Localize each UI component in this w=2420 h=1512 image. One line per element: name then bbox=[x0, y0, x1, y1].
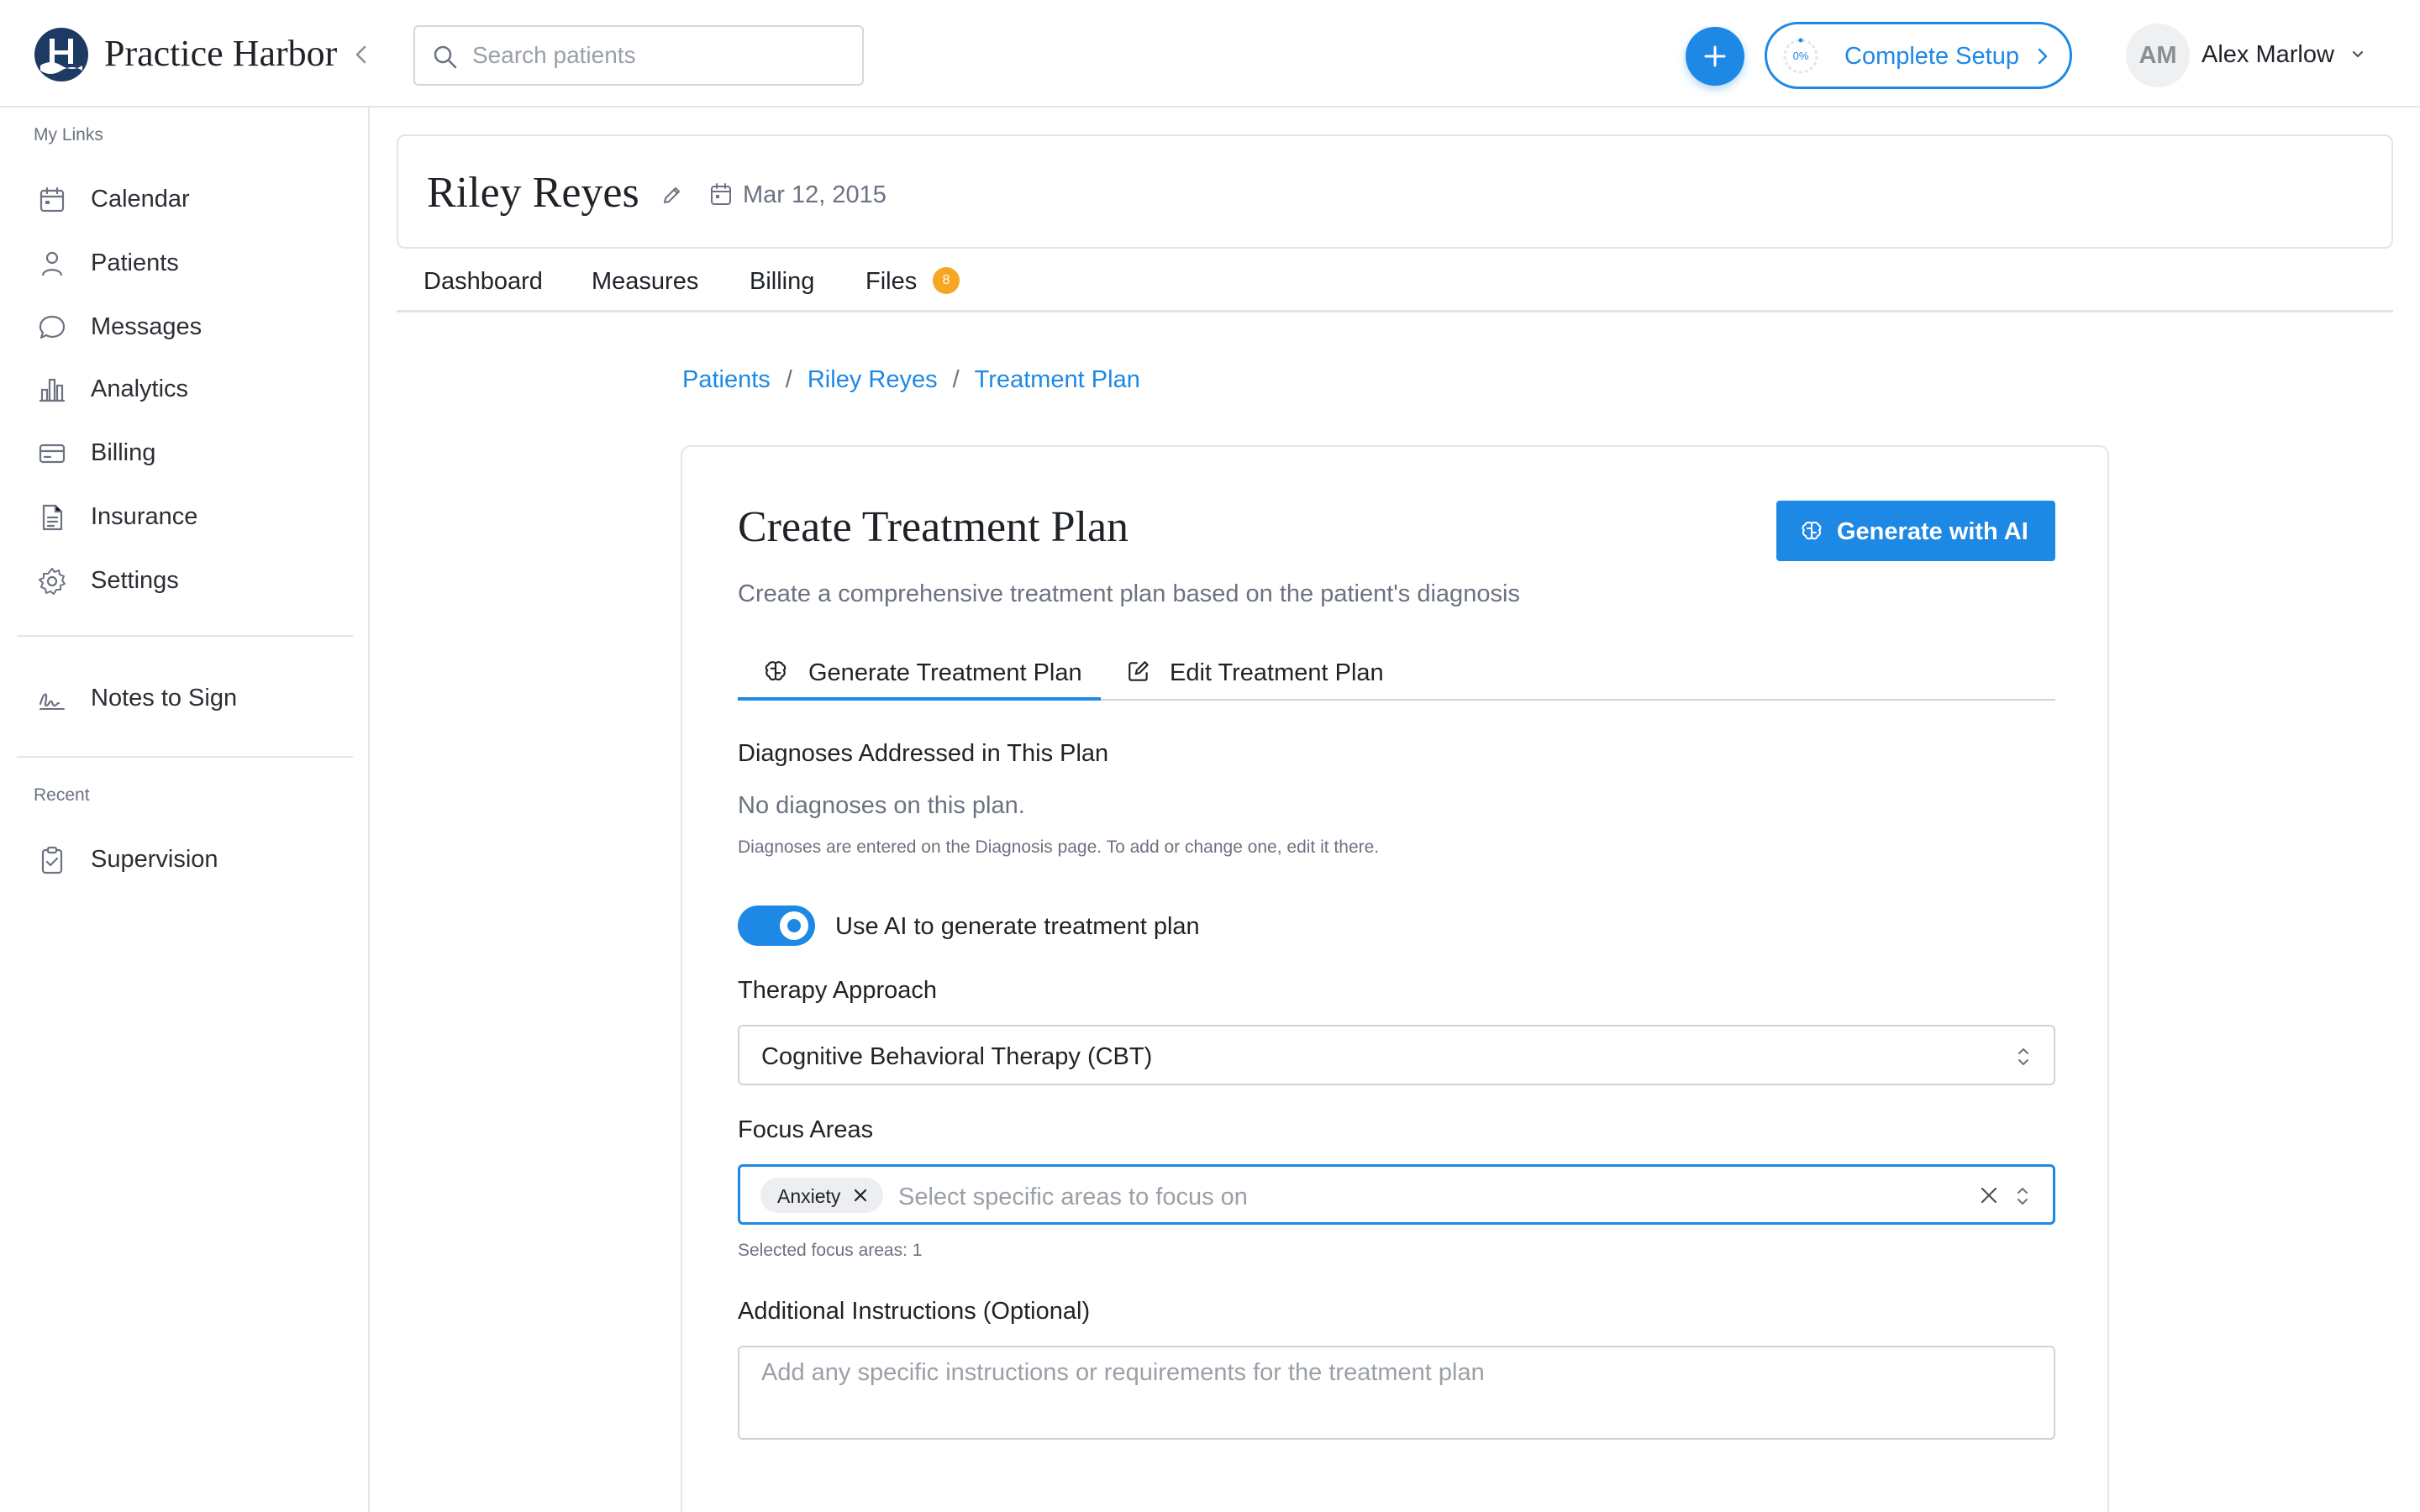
breadcrumb-patient[interactable]: Riley Reyes bbox=[808, 366, 938, 393]
search-input[interactable] bbox=[472, 39, 842, 72]
tab-generate-treatment-plan[interactable]: Generate Treatment Plan bbox=[738, 645, 1101, 701]
sidebar-item-label: Notes to Sign bbox=[91, 685, 238, 711]
tab-label: Generate Treatment Plan bbox=[808, 659, 1082, 686]
tab-label: Edit Treatment Plan bbox=[1170, 659, 1384, 686]
sidebar-item-calendar[interactable]: Calendar bbox=[17, 171, 353, 225]
patient-date-of-birth: Mar 12, 2015 bbox=[743, 181, 886, 208]
plan-mode-tabs: Generate Treatment Plan Edit Treatment P… bbox=[738, 645, 2055, 701]
focus-areas-label: Focus Areas bbox=[738, 1116, 874, 1143]
search-icon bbox=[432, 44, 459, 71]
brand-name[interactable]: Practice Harbor bbox=[104, 30, 337, 77]
collapse-sidebar-chevron-icon[interactable] bbox=[351, 42, 371, 67]
sidebar-divider bbox=[17, 635, 353, 637]
user-avatar[interactable]: AM bbox=[2126, 24, 2190, 87]
tab-billing[interactable]: Billing bbox=[750, 267, 814, 296]
focus-areas-count: Selected focus areas: 1 bbox=[738, 1241, 923, 1260]
sidebar-item-label: Patients bbox=[91, 249, 179, 276]
brain-icon bbox=[1802, 521, 1822, 540]
top-header: Practice Harbor 0% Complete Setup AM Ale… bbox=[0, 0, 2420, 108]
tab-dashboard[interactable]: Dashboard bbox=[424, 267, 543, 296]
generate-with-ai-label: Generate with AI bbox=[1837, 518, 2028, 545]
focus-chip-anxiety: Anxiety bbox=[760, 1178, 883, 1213]
breadcrumb-separator: / bbox=[952, 366, 960, 393]
files-count-badge: 8 bbox=[933, 267, 960, 294]
focus-areas-placeholder[interactable]: Select specific areas to focus on bbox=[898, 1183, 1248, 1211]
sidebar-item-label: Billing bbox=[91, 439, 156, 466]
breadcrumb-patients[interactable]: Patients bbox=[682, 366, 771, 393]
chevron-right-icon bbox=[2038, 48, 2048, 65]
setup-progress-text: 0% bbox=[1792, 50, 1809, 62]
edit-square-icon bbox=[1128, 661, 1149, 681]
remove-chip-close-icon[interactable] bbox=[853, 1188, 868, 1203]
patient-name: Riley Reyes bbox=[427, 169, 639, 217]
sidebar-item-label: Messages bbox=[91, 313, 203, 340]
sidebar-item-label: Analytics bbox=[91, 375, 189, 402]
treatment-plan-card: Create Treatment Plan Generate with AI C… bbox=[681, 445, 2109, 1512]
breadcrumb: Patients / Riley Reyes / Treatment Plan bbox=[682, 365, 1140, 395]
sidebar-item-settings[interactable]: Settings bbox=[17, 553, 353, 606]
therapy-approach-label: Therapy Approach bbox=[738, 977, 937, 1004]
sidebar-item-patients[interactable]: Patients bbox=[17, 235, 353, 289]
tab-measures[interactable]: Measures bbox=[592, 267, 698, 296]
focus-areas-multiselect[interactable]: Anxiety Select specific areas to focus o… bbox=[738, 1164, 2055, 1225]
brain-icon bbox=[765, 661, 786, 681]
additional-instructions-textarea[interactable] bbox=[738, 1346, 2055, 1440]
breadcrumb-treatment-plan[interactable]: Treatment Plan bbox=[975, 366, 1140, 393]
plus-icon bbox=[1704, 45, 1726, 67]
credit-card-icon bbox=[39, 444, 66, 464]
additional-instructions-label: Additional Instructions (Optional) bbox=[738, 1298, 1091, 1325]
therapy-approach-select[interactable]: Cognitive Behavioral Therapy (CBT) bbox=[738, 1025, 2055, 1085]
quick-add-button[interactable] bbox=[1686, 27, 1744, 86]
sidebar-item-label: Insurance bbox=[91, 503, 198, 530]
edit-pencil-icon[interactable] bbox=[660, 183, 684, 207]
sidebar-item-notes-to-sign[interactable]: Notes to Sign bbox=[17, 670, 353, 724]
gear-icon bbox=[39, 568, 66, 595]
use-ai-label: Use AI to generate treatment plan bbox=[835, 913, 1200, 940]
sidebar: My Links Calendar Patients Messages Anal… bbox=[0, 108, 370, 1512]
tab-files[interactable]: Files bbox=[865, 267, 917, 296]
sidebar-item-supervision[interactable]: Supervision bbox=[17, 832, 353, 885]
clear-selection-close-icon[interactable] bbox=[1979, 1185, 1999, 1205]
sidebar-item-messages[interactable]: Messages bbox=[17, 299, 353, 353]
complete-setup-label: Complete Setup bbox=[1844, 43, 2019, 70]
breadcrumb-separator: / bbox=[785, 366, 792, 393]
signature-icon bbox=[39, 693, 65, 710]
calendar-icon bbox=[711, 183, 731, 205]
generate-with-ai-button[interactable]: Generate with AI bbox=[1776, 501, 2055, 561]
bar-chart-icon bbox=[39, 378, 66, 402]
page-subtitle: Create a comprehensive treatment plan ba… bbox=[738, 580, 1520, 607]
patient-tabs: Dashboard Measures Billing Files 8 bbox=[397, 252, 2393, 312]
page-title: Create Treatment Plan bbox=[738, 503, 1129, 551]
select-arrows-icon bbox=[2018, 1188, 2028, 1205]
clipboard-check-icon bbox=[41, 846, 63, 874]
use-ai-toggle[interactable] bbox=[738, 906, 815, 946]
document-icon bbox=[42, 504, 63, 531]
complete-setup-button[interactable]: 0% Complete Setup bbox=[1765, 22, 2072, 89]
user-name[interactable]: Alex Marlow bbox=[2202, 40, 2334, 69]
sidebar-item-label: Calendar bbox=[91, 186, 190, 213]
person-icon bbox=[41, 251, 63, 276]
toggle-dot bbox=[787, 919, 801, 932]
sidebar-item-label: Settings bbox=[91, 567, 179, 594]
chip-label: Anxiety bbox=[777, 1185, 841, 1207]
diagnoses-empty-text: No diagnoses on this plan. bbox=[738, 792, 1025, 819]
sidebar-item-analytics[interactable]: Analytics bbox=[17, 361, 353, 415]
patient-header-card: Riley Reyes Mar 12, 2015 bbox=[397, 134, 2393, 249]
sidebar-item-billing[interactable]: Billing bbox=[17, 425, 353, 479]
sidebar-item-label: Supervision bbox=[91, 846, 218, 873]
recent-heading: Recent bbox=[34, 785, 90, 805]
my-links-heading: My Links bbox=[34, 125, 103, 144]
therapy-approach-value: Cognitive Behavioral Therapy (CBT) bbox=[761, 1043, 1153, 1070]
select-arrows-icon bbox=[2018, 1048, 2028, 1065]
tab-edit-treatment-plan[interactable]: Edit Treatment Plan bbox=[1101, 645, 1403, 701]
diagnoses-hint: Diagnoses are entered on the Diagnosis p… bbox=[738, 837, 1380, 857]
practice-harbor-logo-icon[interactable] bbox=[34, 27, 89, 82]
chat-bubble-icon bbox=[39, 315, 66, 339]
sidebar-item-insurance[interactable]: Insurance bbox=[17, 489, 353, 543]
sidebar-divider bbox=[17, 756, 353, 758]
patient-search-box[interactable] bbox=[413, 25, 864, 86]
chevron-down-icon[interactable] bbox=[2349, 49, 2366, 60]
calendar-icon bbox=[39, 186, 65, 213]
diagnoses-label: Diagnoses Addressed in This Plan bbox=[738, 740, 1109, 767]
